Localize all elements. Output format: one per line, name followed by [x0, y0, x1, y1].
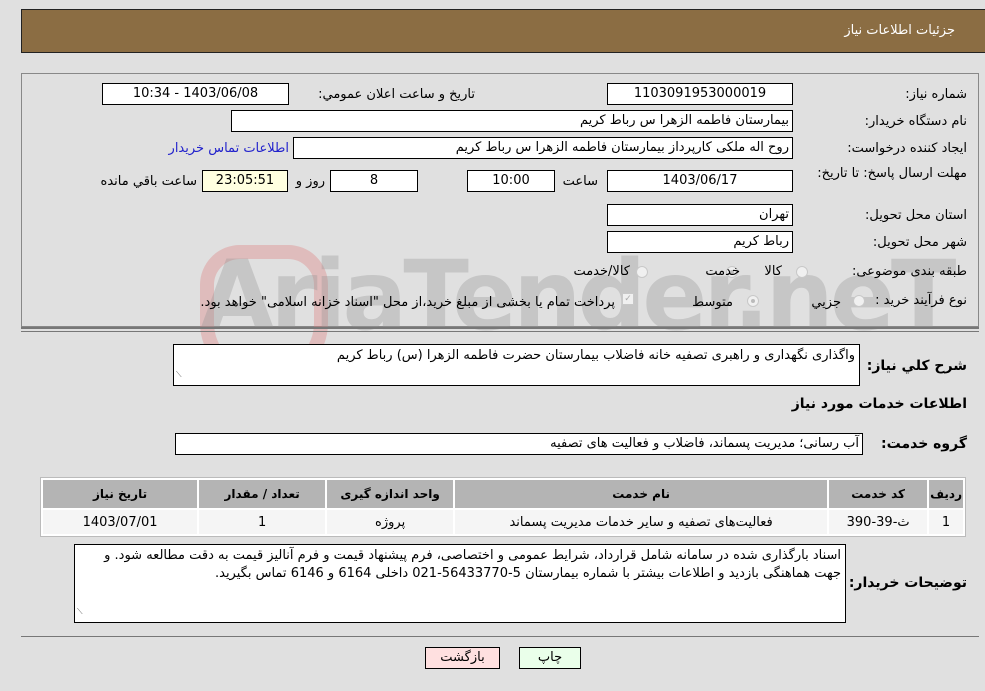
- col-header-service-code: کد خدمت: [829, 480, 928, 508]
- page-header: جزئیات اطلاعات نیاز: [21, 9, 985, 53]
- process-option-minor: جزيي: [811, 295, 841, 310]
- category-option-service: خدمت: [705, 264, 740, 279]
- deadline-time-field: 10:00: [467, 170, 555, 192]
- cell-row-number: 1: [929, 510, 963, 534]
- page-title: جزئیات اطلاعات نیاز: [844, 23, 955, 38]
- buyer-notes-text: اسناد بارگذاری شده در سامانه شامل قراردا…: [104, 548, 841, 581]
- divider: [21, 327, 979, 329]
- cell-need-date: 1403/07/01: [43, 510, 198, 534]
- deadline-label: مهلت ارسال پاسخ: تا تاریخ:: [817, 166, 967, 181]
- buyer-contact-link[interactable]: اطلاعات تماس خریدار: [169, 141, 289, 156]
- need-number-field: 1103091953000019: [607, 83, 793, 105]
- buyer-org-label: نام دستگاه خريدار:: [864, 114, 967, 129]
- resize-grip-icon[interactable]: ⟋: [176, 366, 182, 384]
- time-remaining-field: 23:05:51: [202, 170, 288, 192]
- days-remaining-field: 8: [330, 170, 418, 192]
- cell-quantity: 1: [199, 510, 326, 534]
- days-label: روز و: [295, 174, 325, 189]
- process-radio-minor[interactable]: [853, 295, 865, 307]
- service-group-field: آب رسانی؛ مدیریت پسماند، فاضلاب و فعالیت…: [175, 433, 863, 455]
- process-type-label: نوع فرآیند خرید :: [875, 293, 967, 308]
- buyer-notes-textarea[interactable]: اسناد بارگذاری شده در سامانه شامل قراردا…: [74, 544, 846, 623]
- city-label: شهر محل تحویل:: [872, 235, 967, 250]
- process-radio-medium[interactable]: [747, 295, 759, 307]
- divider: [21, 331, 979, 332]
- process-option-medium: متوسط: [692, 295, 733, 310]
- province-label: استان محل تحویل:: [865, 208, 967, 223]
- cell-service-name: فعالیت‌های تصفیه و سایر خدمات مدیریت پسم…: [455, 510, 828, 534]
- buyer-org-field: بیمارستان فاطمه الزهرا س رباط کریم: [231, 110, 793, 132]
- requester-label: ایجاد کننده درخواست:: [847, 141, 967, 156]
- table-row: 1 ث-39-390 فعالیت‌های تصفیه و سایر خدمات…: [43, 510, 963, 534]
- back-button[interactable]: بازگشت: [425, 647, 500, 669]
- service-group-label: گروه خدمت:: [881, 436, 967, 452]
- divider: [21, 636, 979, 637]
- deadline-time-label: ساعت: [562, 174, 598, 189]
- col-header-service-name: نام خدمت: [455, 480, 828, 508]
- requester-field: روح اله ملکی کارپرداز بیمارستان فاطمه ال…: [293, 137, 793, 159]
- cell-unit: پروژه: [327, 510, 454, 534]
- print-button[interactable]: چاپ: [519, 647, 581, 669]
- category-option-goods-service: کالا/خدمت: [573, 264, 630, 279]
- col-header-quantity: تعداد / مقدار: [199, 480, 326, 508]
- services-table: رديف کد خدمت نام خدمت واحد اندازه گیری ت…: [40, 477, 966, 537]
- description-text: واگذاری نگهداری و راهبری تصفیه خانه فاضل…: [336, 348, 855, 363]
- time-remaining-label: ساعت باقي مانده: [100, 174, 197, 189]
- col-header-need-date: تاریخ نیاز: [43, 480, 198, 508]
- category-radio-goods[interactable]: [796, 266, 808, 278]
- col-header-unit: واحد اندازه گیری: [327, 480, 454, 508]
- cell-service-code: ث-39-390: [829, 510, 928, 534]
- city-field: رباط کریم: [607, 231, 793, 253]
- deadline-date-field: 1403/06/17: [607, 170, 793, 192]
- category-label: طبقه بندی موضوعی:: [851, 264, 967, 279]
- announce-datetime-label: تاریخ و ساعت اعلان عمومي:: [318, 87, 475, 102]
- table-header-row: رديف کد خدمت نام خدمت واحد اندازه گیری ت…: [43, 480, 963, 508]
- description-label: شرح کلي نياز:: [866, 358, 967, 374]
- treasury-checkbox-label: پرداخت تمام یا بخشی از مبلغ خرید،از محل …: [200, 295, 615, 310]
- col-header-row-number: رديف: [929, 480, 963, 508]
- buyer-notes-label: توضيحات خريدار:: [848, 575, 967, 591]
- description-textarea[interactable]: واگذاری نگهداری و راهبری تصفیه خانه فاضل…: [173, 344, 860, 386]
- services-section-title: اطلاعات خدمات مورد نياز: [791, 396, 967, 412]
- resize-grip-icon[interactable]: ⟋: [77, 603, 83, 621]
- category-option-goods: کالا: [764, 264, 782, 279]
- category-radio-goods-service[interactable]: [636, 266, 648, 278]
- province-field: تهران: [607, 204, 793, 226]
- announce-datetime-field: 1403/06/08 - 10:34: [102, 83, 289, 105]
- treasury-checkbox[interactable]: ✓: [622, 293, 634, 305]
- need-number-label: شماره نیاز:: [905, 87, 967, 102]
